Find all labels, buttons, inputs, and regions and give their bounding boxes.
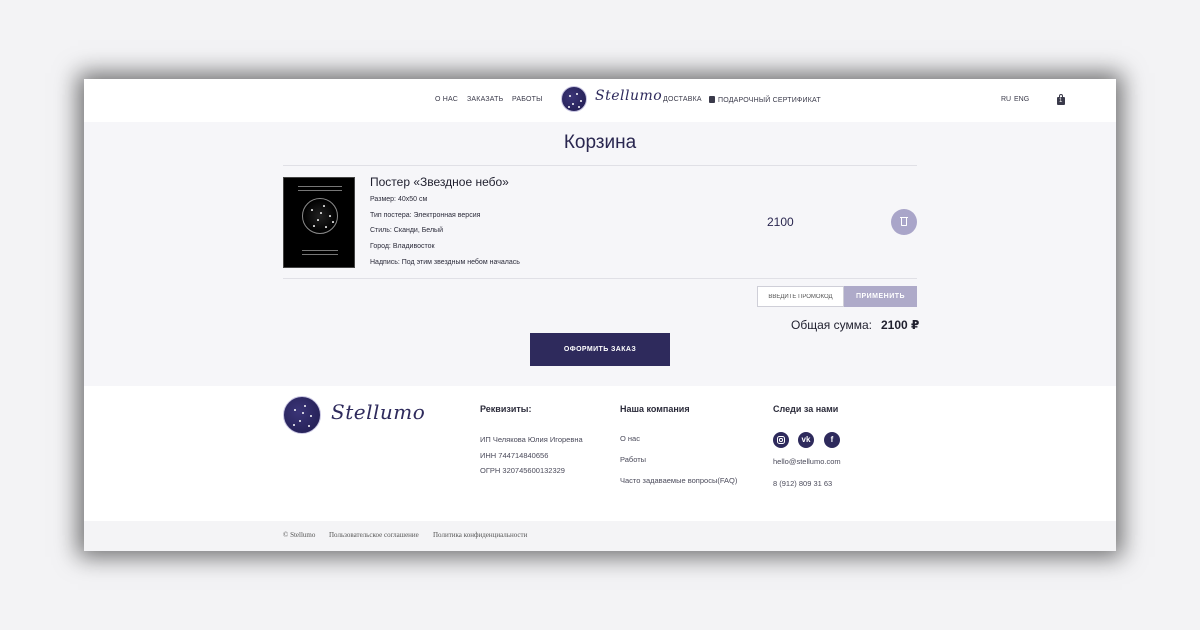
footer-link-works[interactable]: Работы <box>620 455 646 464</box>
total-label: Общая сумма: <box>791 318 872 332</box>
product-type: Тип постера: Электронная версия <box>370 212 481 219</box>
logo-wordmark: Stellumo <box>595 88 663 104</box>
divider <box>283 278 917 279</box>
site-header: О нас Заказать Работы Stellumo Доставка … <box>84 79 1116 122</box>
divider <box>283 165 917 166</box>
footer-logo-wordmark: Stellumo <box>331 400 426 424</box>
product-caption: Надпись: Под этим звездным небом началас… <box>370 259 520 266</box>
facebook-icon[interactable]: f <box>824 432 840 448</box>
site-footer: Stellumo Реквизиты: ИП Челякова Юлия Иго… <box>84 386 1116 521</box>
cart-count: 1 <box>1059 98 1063 104</box>
requisites-inn: ИНН 744714840656 <box>480 451 549 460</box>
nav-delivery[interactable]: Доставка <box>663 96 702 103</box>
item-price: 2100 <box>767 215 794 229</box>
logo-emblem-icon <box>561 86 587 112</box>
footer-phone[interactable]: 8 (912) 809 31 63 <box>773 479 832 488</box>
product-size: Размер: 40x50 см <box>370 196 428 203</box>
page-title: Корзина <box>563 132 637 153</box>
nav-works[interactable]: Работы <box>512 96 543 103</box>
total-value: 2100 ₽ <box>881 318 920 332</box>
user-agreement-link[interactable]: Пользовательское соглашение <box>329 531 419 539</box>
requisites-owner: ИП Челякова Юлия Игоревна <box>480 435 583 444</box>
nav-order[interactable]: Заказать <box>467 96 503 103</box>
product-style: Стиль: Сканди, Белый <box>370 227 443 234</box>
nav-gift-certificate[interactable]: Подарочный сертификат <box>709 96 821 104</box>
nav-about[interactable]: О нас <box>435 96 458 103</box>
requisites-heading: Реквизиты: <box>480 404 532 414</box>
product-city: Город: Владивосток <box>370 243 435 250</box>
site-logo[interactable]: Stellumo <box>561 86 662 114</box>
browser-viewport: О нас Заказать Работы Stellumo Доставка … <box>84 79 1116 551</box>
footer-link-faq[interactable]: Часто задаваемые вопросы(FAQ) <box>620 476 737 485</box>
footer-link-about[interactable]: О нас <box>620 434 640 443</box>
apply-promo-button[interactable]: ПРИМЕНИТЬ <box>844 286 917 307</box>
delete-item-button[interactable] <box>891 209 917 235</box>
vk-icon[interactable]: vk <box>798 432 814 448</box>
lang-eng[interactable]: ENG <box>1014 96 1029 103</box>
social-heading: Следи за нами <box>773 404 839 414</box>
lang-ru[interactable]: RU <box>1001 96 1011 103</box>
nav-gift-label: Подарочный сертификат <box>718 97 821 104</box>
gift-icon <box>709 96 715 103</box>
shopping-bag-icon[interactable]: 1 <box>1057 94 1065 105</box>
copyright: © Stellumo <box>283 531 316 539</box>
footer-email[interactable]: hello@stellumo.com <box>773 457 841 466</box>
promo-code-input[interactable] <box>757 286 844 307</box>
company-heading: Наша компания <box>620 404 690 414</box>
privacy-policy-link[interactable]: Политика конфиденциальности <box>433 531 527 539</box>
footer-logo-emblem-icon[interactable] <box>283 396 321 434</box>
product-name: Постер «Звездное небо» <box>370 175 509 189</box>
footer-bottom-bar: © Stellumo Пользовательское соглашение П… <box>84 521 1116 551</box>
checkout-button[interactable]: ОФОРМИТЬ ЗАКАЗ <box>530 333 670 366</box>
product-image[interactable] <box>283 177 355 268</box>
instagram-icon[interactable] <box>773 432 789 448</box>
requisites-ogrn: ОГРН 320745600132329 <box>480 466 565 475</box>
